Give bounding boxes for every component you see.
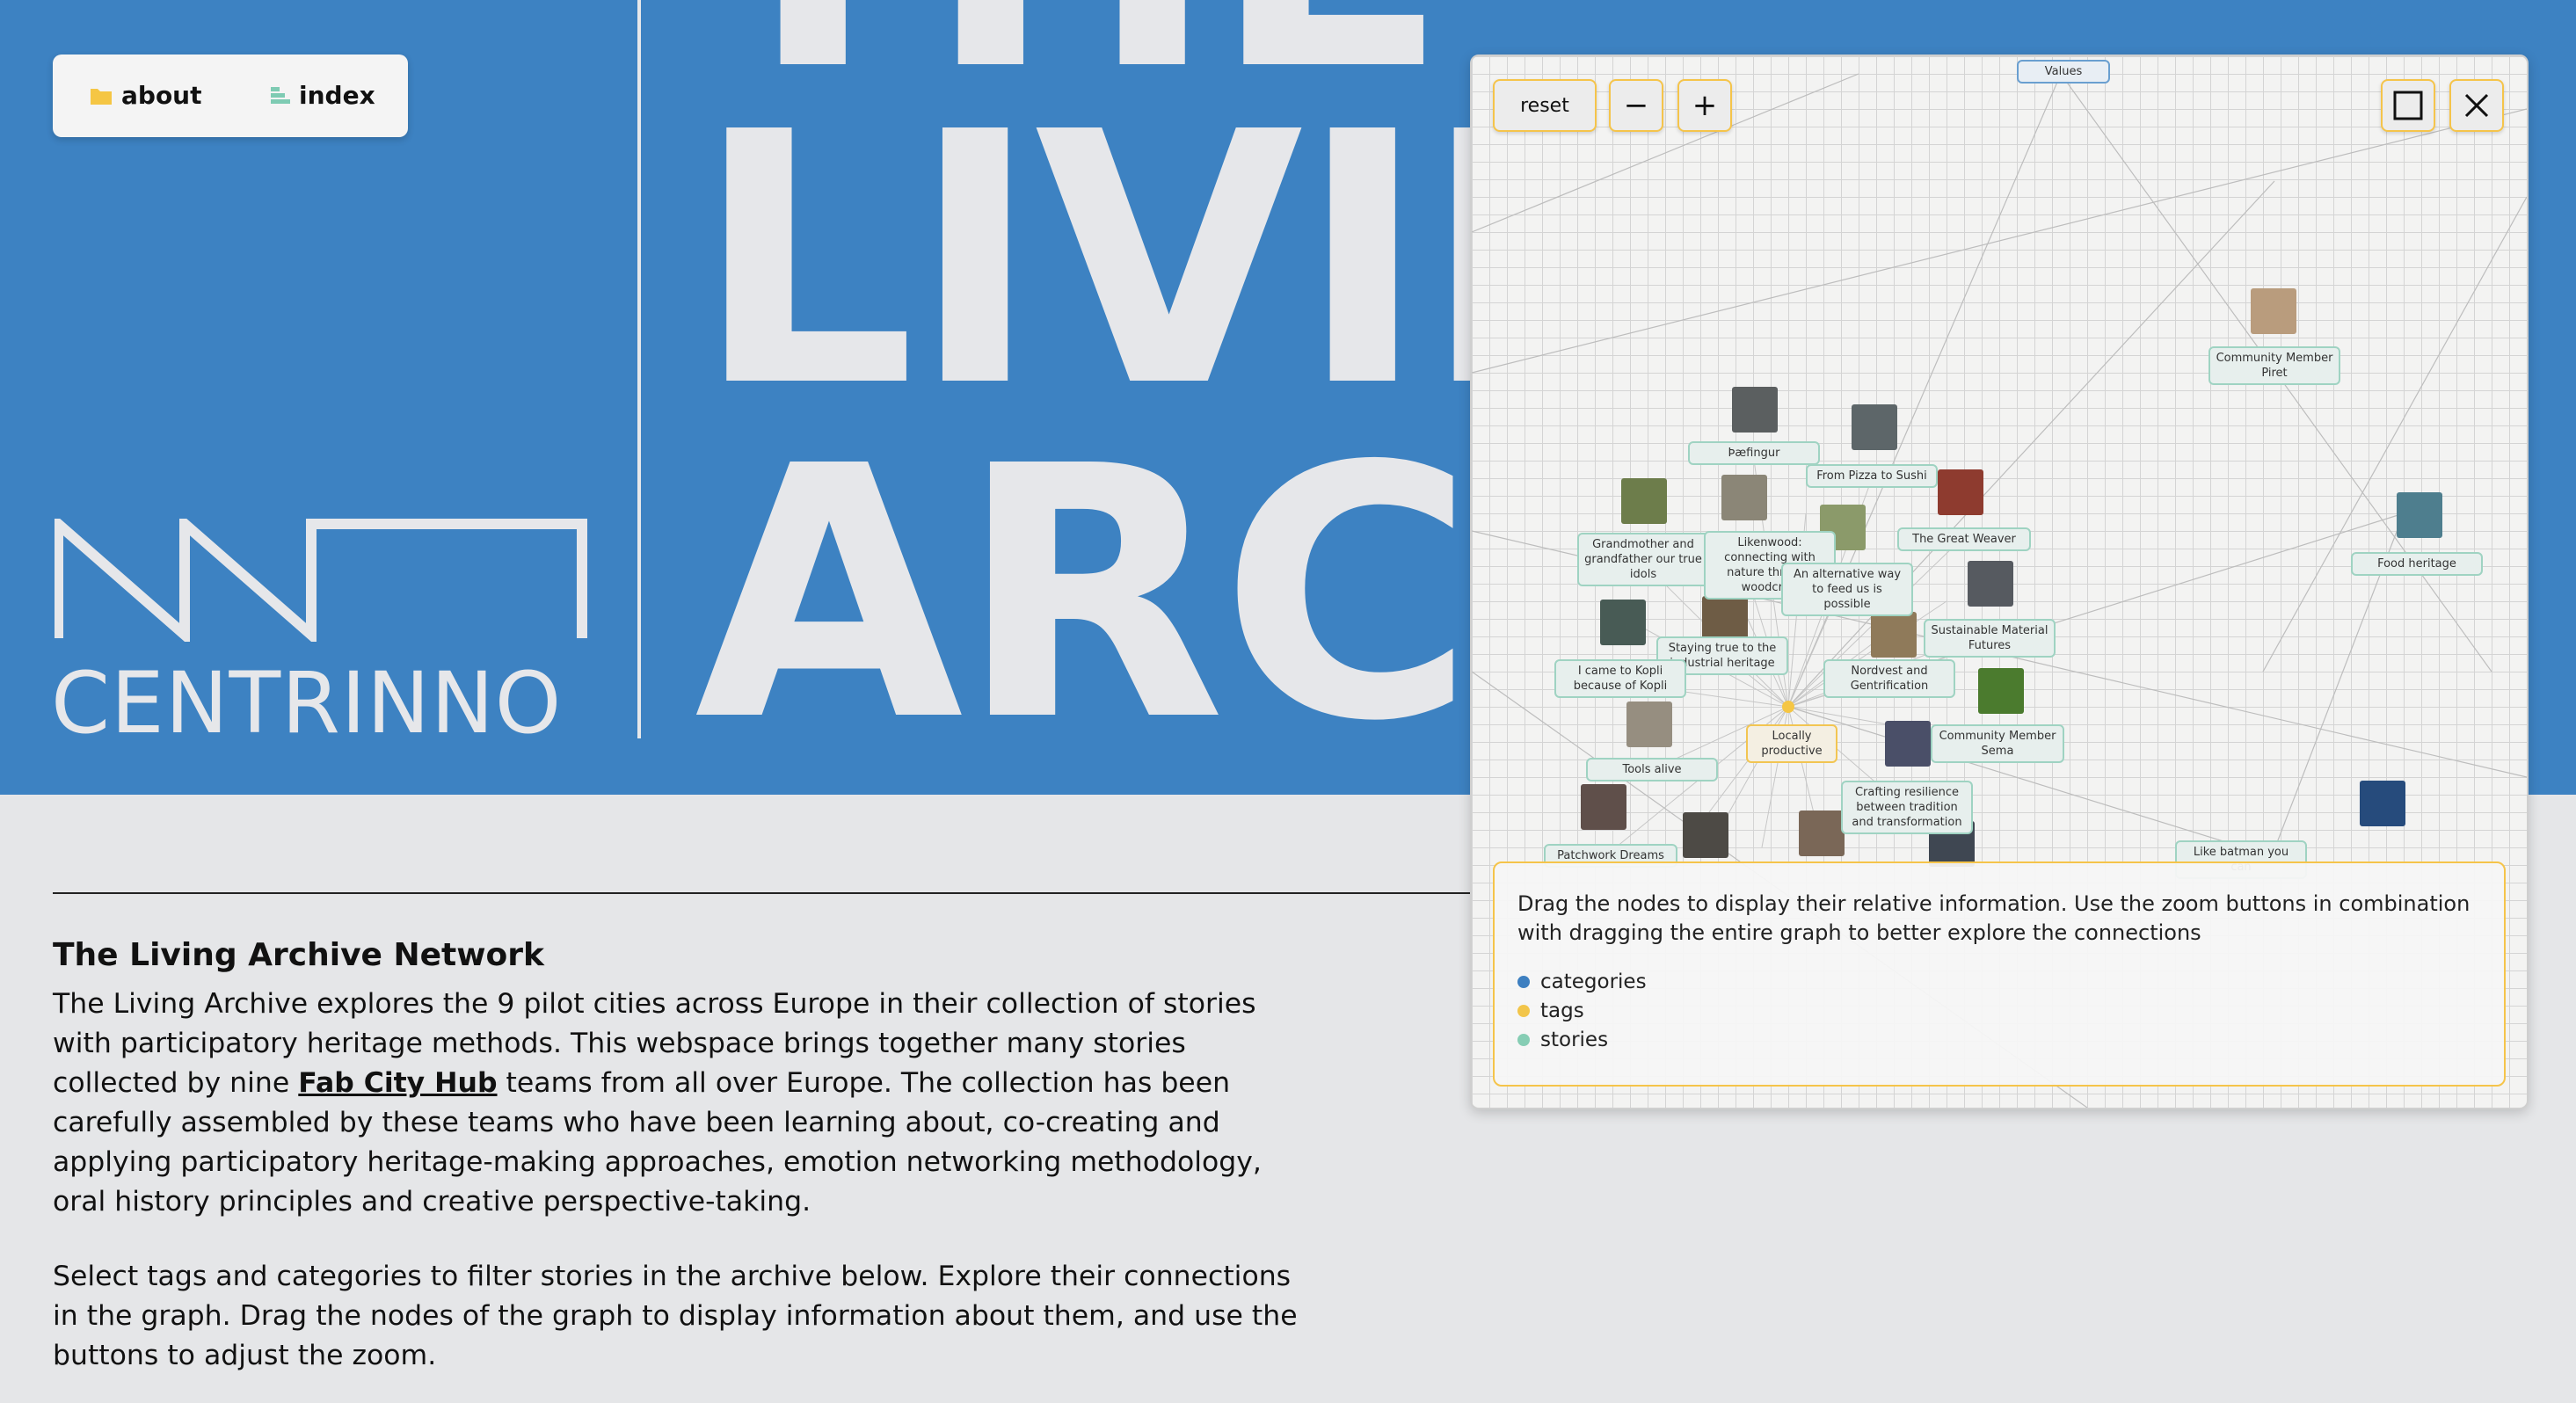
story-node-nordvest[interactable]: Nordvest and Gentrification [1823,659,1955,698]
top-nav: about index [53,55,408,137]
story-thumbnail[interactable] [1702,596,1748,642]
story-thumbnail[interactable] [1683,812,1728,858]
story-node-came-to-kopli[interactable]: I came to Kopli because of Kopli [1554,659,1686,698]
story-thumbnail[interactable] [1852,404,1897,450]
zoom-out-button[interactable]: − [1609,79,1663,132]
story-node-community-piret[interactable]: Community Member Piret [2209,346,2340,385]
story-thumbnail[interactable] [1978,668,2024,714]
folder-icon [91,88,112,105]
legend-dot-tags [1517,1004,1530,1017]
section-divider [53,892,1477,894]
story-node-pizza-sushi[interactable]: From Pizza to Sushi [1806,464,1938,488]
about-label: about [121,81,202,110]
story-thumbnail[interactable] [1799,811,1845,856]
story-thumbnail[interactable] [1871,612,1917,658]
story-node-tools-alive[interactable]: Tools alive [1586,758,1718,781]
zoom-in-button[interactable]: + [1677,79,1732,132]
graph-instructions: Drag the nodes to display their relative… [1517,891,2470,945]
story-node-community-sema[interactable]: Community Member Sema [1931,724,2064,763]
story-node-great-weaver[interactable]: The Great Weaver [1897,527,2031,551]
story-thumbnail[interactable] [1621,478,1667,524]
tag-node-locally-productive[interactable]: Locally productive [1746,724,1837,763]
story-thumbnail[interactable] [1885,721,1931,767]
story-thumbnail[interactable] [1626,702,1672,747]
tag-node-point[interactable] [1778,696,1799,717]
square-icon [2393,91,2423,120]
story-thumbnail[interactable] [2251,288,2296,334]
story-thumbnail[interactable] [1721,475,1767,520]
legend-label-categories: categories [1540,970,1647,993]
legend-label-stories: stories [1540,1028,1609,1051]
list-icon [271,86,290,104]
hero-divider [637,0,641,738]
fab-city-hub-link[interactable]: Fab City Hub [298,1067,497,1099]
story-node-thaefingur[interactable]: Þæfingur [1688,441,1820,465]
legend-item-stories: stories [1517,1025,2481,1054]
about-link[interactable]: about [90,81,202,110]
story-node-sustainable-material[interactable]: Sustainable Material Futures [1924,619,2056,658]
maximize-button[interactable] [2381,79,2435,132]
story-node-food-heritage[interactable]: Food heritage [2351,552,2483,576]
story-thumbnail[interactable] [1938,469,1983,515]
graph-info-panel: Drag the nodes to display their relative… [1493,861,2506,1087]
story-node-alternative-way[interactable]: An alternative way to feed us is possibl… [1781,563,1913,616]
story-thumbnail[interactable] [1968,561,2013,607]
index-label: index [299,81,375,110]
category-node-values[interactable]: Values [2017,60,2110,84]
story-thumbnail[interactable] [1732,387,1778,433]
legend-item-tags: tags [1517,996,2481,1025]
reset-button[interactable]: reset [1493,79,1597,132]
close-icon [2464,93,2489,118]
story-thumbnail[interactable] [2397,492,2442,538]
legend-item-categories: categories [1517,967,2481,996]
close-graph-button[interactable] [2449,79,2504,132]
centrinno-logo-mark [55,519,587,642]
intro-paragraph-1: The Living Archive explores the 9 pilot … [53,985,1319,1222]
story-thumbnail[interactable] [2360,781,2405,826]
legend-dot-categories [1517,975,1530,988]
legend-dot-stories [1517,1033,1530,1046]
legend-label-tags: tags [1540,999,1584,1022]
story-node-grandmother[interactable]: Grandmother and grandfather our true ido… [1577,533,1709,586]
story-node-crafting-resilience[interactable]: Crafting resilience between tradition an… [1841,781,1973,834]
story-thumbnail[interactable] [1600,600,1646,645]
section-title: The Living Archive Network [53,937,544,973]
index-link[interactable]: index [269,81,375,110]
intro-paragraph-2: Select tags and categories to filter sto… [53,1261,1298,1371]
network-graph-panel[interactable]: Values Community Member Piret Þæfingur F… [1470,55,2529,1109]
story-thumbnail[interactable] [1581,784,1626,830]
centrinno-wordmark: CENTRINNO [51,654,563,752]
